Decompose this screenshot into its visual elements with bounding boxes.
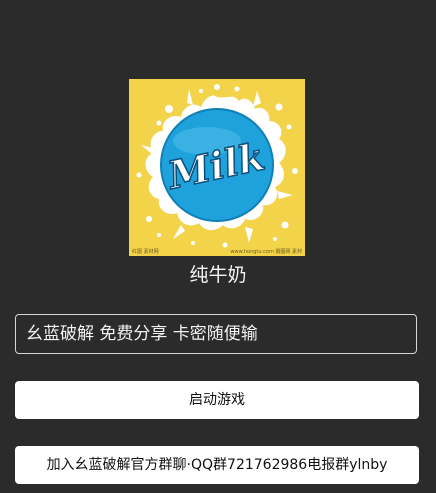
start-game-button[interactable]: 启动游戏 (15, 381, 419, 419)
card-key-input[interactable]: 幺蓝破解 免费分享 卡密随便输 (15, 314, 417, 354)
logo-watermark-left: 红图 素材网 (132, 249, 159, 255)
app-logo: Milk 红图 素材网 www.hongtu.com 摄图网 素材 (129, 79, 305, 256)
card-key-input-value: 幺蓝破解 免费分享 卡密随便输 (26, 324, 258, 344)
milk-splash-image: Milk (136, 84, 298, 248)
join-group-button[interactable]: 加入幺蓝破解官方群聊·QQ群721762986电报群ylnby (15, 446, 419, 484)
logo-watermark-right: www.hongtu.com 摄图网 素材 (230, 249, 302, 255)
app-title: 纯牛奶 (189, 264, 247, 286)
